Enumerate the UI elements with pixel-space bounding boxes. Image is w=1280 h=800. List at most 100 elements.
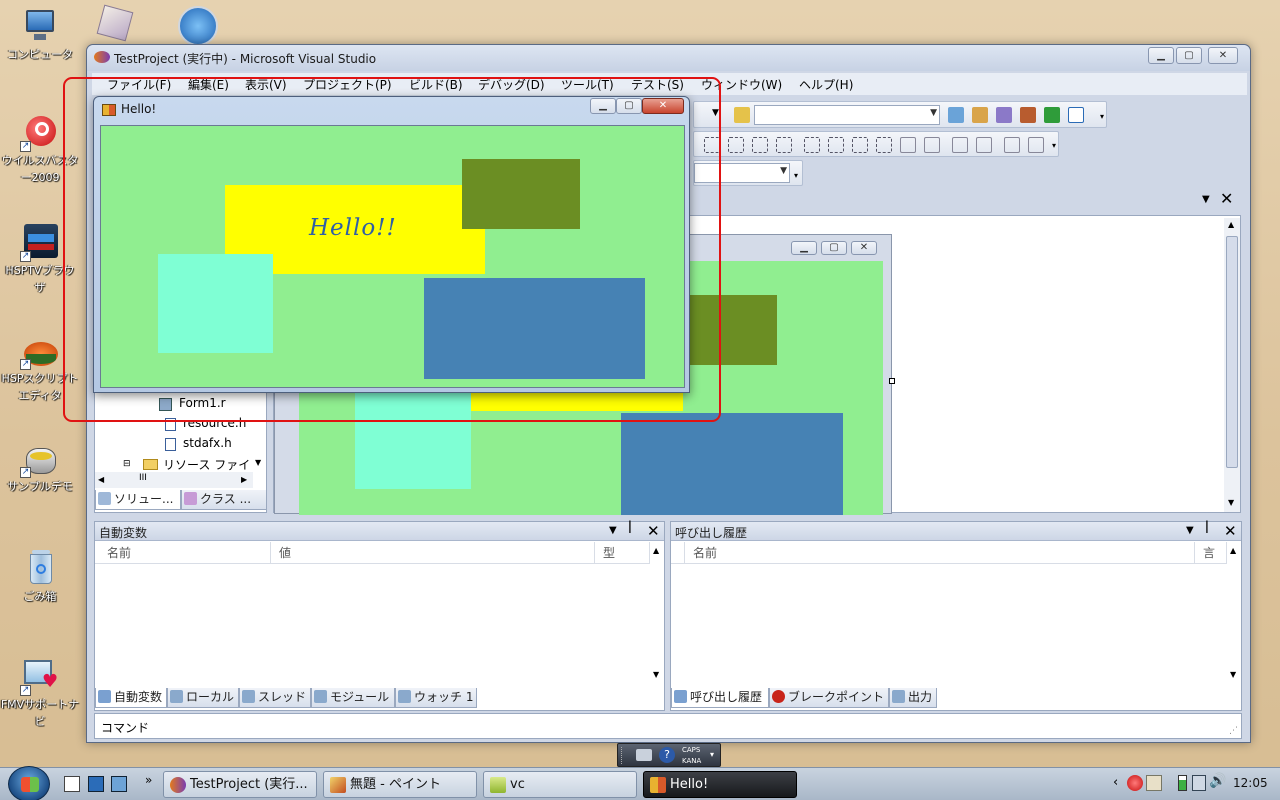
pin-icon[interactable]: ꟾ	[1205, 522, 1209, 537]
spacing-icon[interactable]	[752, 137, 768, 153]
scroll-down-icon[interactable]: ▼	[1228, 498, 1234, 507]
panel-dropdown-icon[interactable]: ▼	[609, 525, 617, 536]
spacing-icon[interactable]	[876, 137, 892, 153]
spacing-icon[interactable]	[776, 137, 792, 153]
scroll-up-icon[interactable]: ▲	[1228, 220, 1234, 229]
find-in-files-icon[interactable]	[948, 107, 964, 123]
tab-modules[interactable]: モジュール	[311, 688, 395, 708]
toolbar-options-icon[interactable]: ▾	[1052, 141, 1056, 150]
quicklaunch-overflow-icon[interactable]: »	[145, 773, 152, 787]
scroll-left-icon[interactable]: ◀	[98, 475, 104, 484]
quicklaunch-show-desktop-icon[interactable]	[64, 776, 80, 792]
scroll-right-icon[interactable]: ▶	[241, 475, 247, 484]
grip-icon[interactable]	[621, 747, 625, 764]
menu-help[interactable]: ヘルプ(H)	[799, 76, 853, 93]
tab-watch1[interactable]: ウォッチ 1	[395, 688, 477, 708]
scroll-thumb-grip[interactable]: III	[139, 473, 147, 483]
volume-icon[interactable]: 🔊	[1209, 773, 1226, 789]
lock-controls-icon[interactable]	[1028, 137, 1044, 153]
align-icon[interactable]	[704, 137, 720, 153]
document-dropdown-icon[interactable]: ▼	[1202, 194, 1210, 205]
desktop-icon-partial[interactable]	[96, 2, 136, 42]
menu-window[interactable]: ウィンドウ(W)	[701, 76, 782, 93]
menu-test[interactable]: テスト(S)	[631, 76, 684, 93]
scroll-down-icon[interactable]: ▼	[653, 670, 659, 679]
panel-dropdown-icon[interactable]: ▼	[1186, 525, 1194, 536]
scroll-down-icon[interactable]: ▼	[255, 458, 261, 467]
menu-build[interactable]: ビルド(B)	[409, 76, 463, 93]
dropdown-arrow-icon[interactable]: ▼	[712, 108, 719, 118]
maximize-button[interactable]: ▢	[1176, 47, 1202, 64]
tray-expand-icon[interactable]: ‹	[1113, 775, 1118, 790]
tab-solution-explorer[interactable]: ソリュー...	[95, 490, 181, 510]
quicklaunch-desktop-icon[interactable]	[111, 776, 127, 792]
help-icon[interactable]: ?	[659, 747, 675, 763]
toolbar-options-icon[interactable]: ▾	[794, 171, 798, 180]
spacing-icon[interactable]	[828, 137, 844, 153]
resize-grip-icon[interactable]: ⋰	[1229, 726, 1238, 736]
tab-class-view[interactable]: クラス ...	[181, 490, 267, 510]
ime-pad-icon[interactable]	[636, 749, 652, 761]
vertical-scrollbar[interactable]: ▲ ▼	[1227, 542, 1241, 686]
desktop-icon-hsptv[interactable]: ↗ HSPTVブラウザ	[0, 222, 80, 296]
panel-close-icon[interactable]: ✕	[1224, 522, 1237, 540]
battery-icon[interactable]	[1178, 775, 1187, 791]
quicklaunch-explorer-icon[interactable]	[88, 776, 104, 792]
taskbar-button-vc-folder[interactable]: vc	[483, 771, 637, 798]
scroll-up-icon[interactable]: ▲	[653, 546, 659, 555]
column-header-name[interactable]: 名前	[685, 542, 1195, 564]
taskbar-button-hello[interactable]: Hello!	[643, 771, 797, 798]
spacing-icon[interactable]	[804, 137, 820, 153]
find-combo[interactable]: ▼	[754, 105, 940, 125]
vertical-scrollbar[interactable]: ▲ ▼	[650, 542, 664, 686]
scroll-down-icon[interactable]: ▼	[1230, 670, 1236, 679]
vs-title-bar[interactable]: TestProject (実行中) - Microsoft Visual Stu…	[87, 45, 1250, 71]
tree-item[interactable]: ⊟ リソース ファイ	[123, 456, 250, 473]
clock[interactable]: 12:05	[1233, 776, 1268, 790]
bring-front-icon[interactable]	[952, 137, 968, 153]
menu-edit[interactable]: 編集(E)	[188, 76, 229, 93]
toolbox-icon[interactable]	[1020, 107, 1036, 123]
vertical-scrollbar[interactable]: ▲ ▼	[1224, 218, 1240, 512]
hello-minimize-button[interactable]: ▁	[590, 98, 616, 114]
desktop-icon-sample-demo[interactable]: ↗ サンプルデモ	[0, 438, 80, 495]
desktop-icon-partial[interactable]	[176, 2, 220, 46]
network-tray-icon[interactable]	[1192, 775, 1206, 791]
command-window[interactable]: コマンド ⋰	[94, 713, 1242, 739]
hello-maximize-button[interactable]: ▢	[616, 98, 642, 114]
menu-file[interactable]: ファイル(F)	[107, 76, 171, 93]
close-button[interactable]: ✕	[1208, 47, 1238, 64]
tab-breakpoints[interactable]: ブレークポイント	[769, 688, 889, 708]
virusbuster-tray-icon[interactable]	[1127, 775, 1143, 791]
tree-item[interactable]: stdafx.h	[165, 436, 232, 451]
resize-handle[interactable]	[889, 378, 895, 384]
ime-tray-icon[interactable]	[1146, 775, 1162, 791]
desktop-icon-hsp-editor[interactable]: ↗ HSPスクリプトエディタ	[0, 330, 80, 404]
horizontal-scrollbar[interactable]: ◀ III ▶	[95, 472, 253, 488]
start-page-icon[interactable]	[1044, 107, 1060, 123]
send-back-icon[interactable]	[976, 137, 992, 153]
start-button[interactable]	[8, 766, 50, 800]
column-header-name[interactable]: 名前	[99, 542, 271, 564]
open-folder-icon[interactable]	[734, 107, 750, 123]
tab-callstack[interactable]: 呼び出し履歴	[671, 688, 769, 708]
menu-project[interactable]: プロジェクト(P)	[303, 76, 392, 93]
scroll-thumb[interactable]	[1226, 236, 1238, 468]
menu-view[interactable]: 表示(V)	[245, 76, 287, 93]
tree-item[interactable]: resource.h	[165, 416, 246, 431]
menu-tools[interactable]: ツール(T)	[561, 76, 614, 93]
column-header-value[interactable]: 値	[271, 542, 595, 564]
tab-order-icon[interactable]	[1004, 137, 1020, 153]
stack-frame-combo[interactable]: ▼	[694, 163, 790, 183]
solution-explorer-icon[interactable]	[972, 107, 988, 123]
properties-icon[interactable]	[996, 107, 1012, 123]
spacing-icon[interactable]	[852, 137, 868, 153]
scroll-up-icon[interactable]: ▲	[1230, 546, 1236, 555]
center-icon[interactable]	[924, 137, 940, 153]
taskbar-button-paint[interactable]: 無題 - ペイント	[323, 771, 477, 798]
menu-debug[interactable]: デバッグ(D)	[478, 76, 545, 93]
tab-output[interactable]: 出力	[889, 688, 937, 708]
hello-close-button[interactable]: ✕	[642, 98, 684, 114]
taskbar-button-visual-studio[interactable]: TestProject (実行...	[163, 771, 317, 798]
desktop-icon-computer[interactable]: コンピュータ	[0, 6, 80, 63]
